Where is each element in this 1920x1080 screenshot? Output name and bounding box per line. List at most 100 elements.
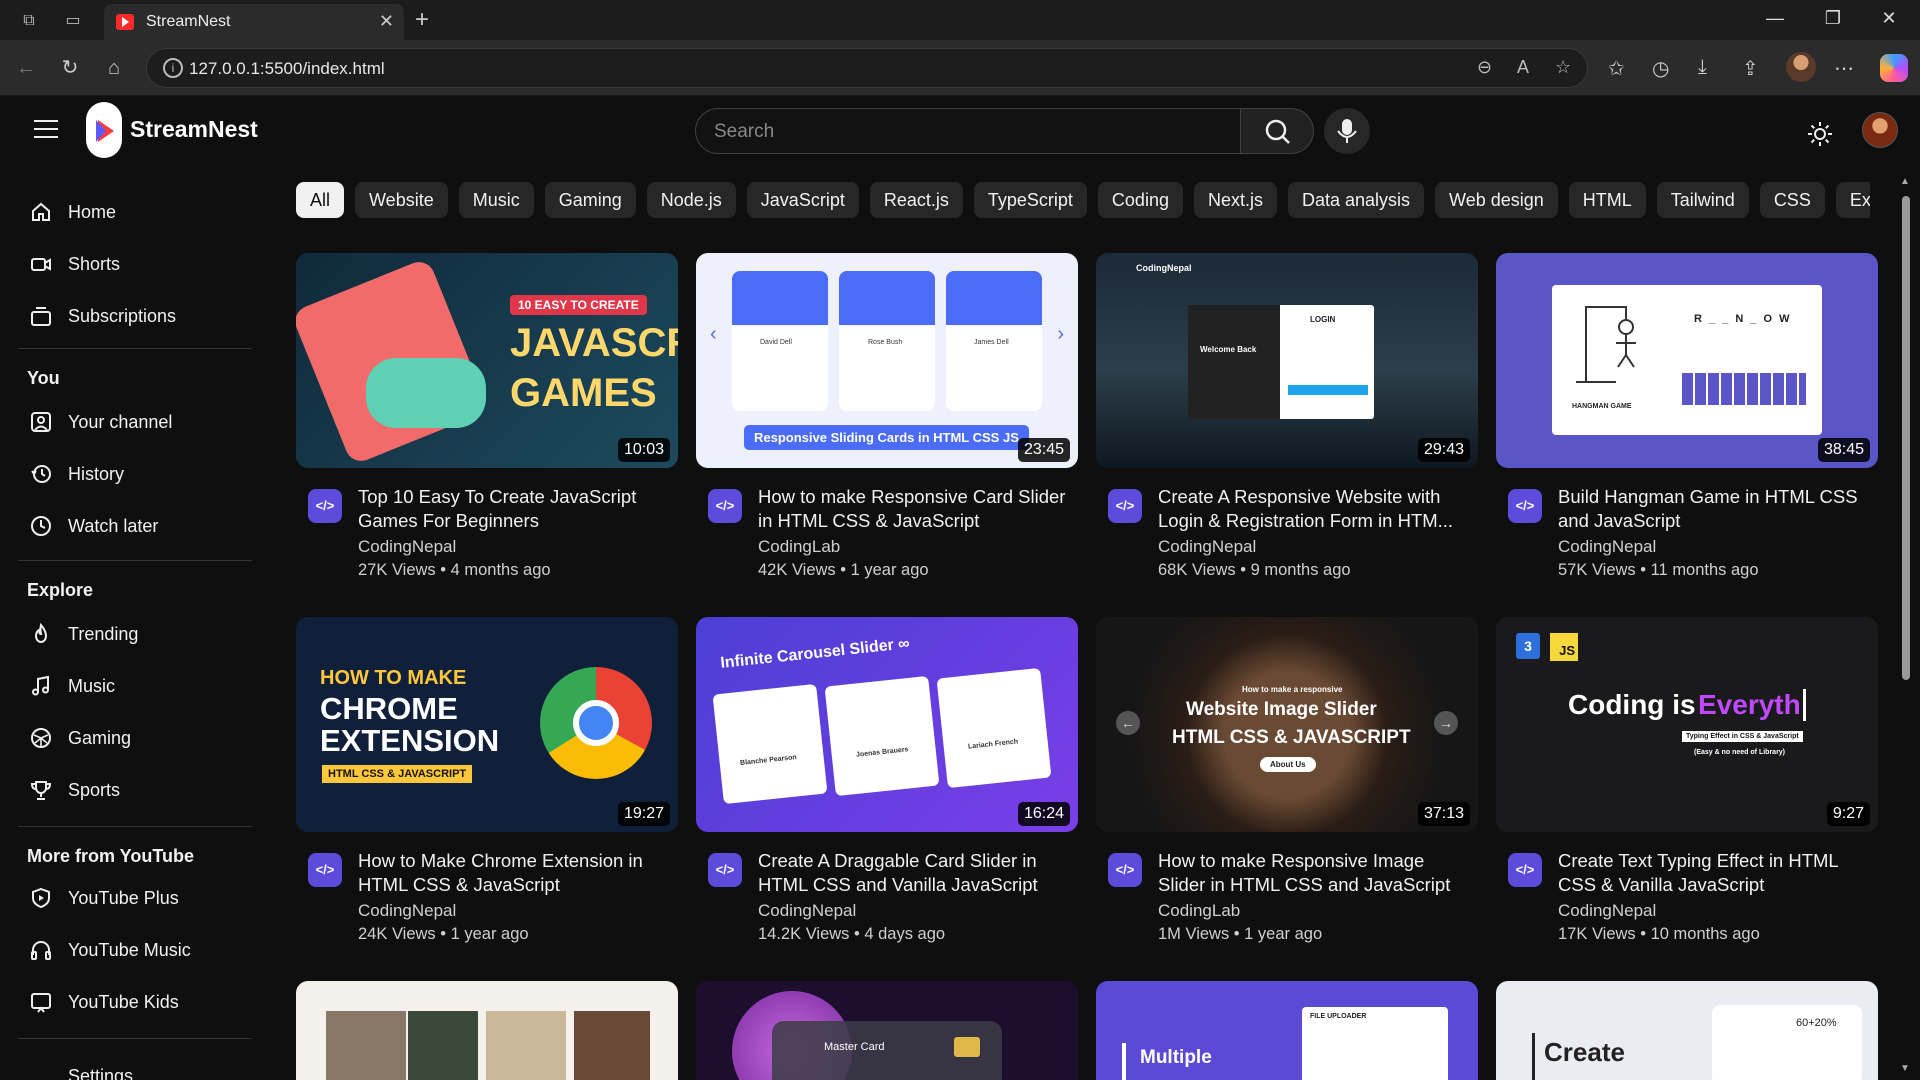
- code-channel-icon[interactable]: </>: [308, 489, 342, 523]
- history-browser-icon[interactable]: ◷: [1652, 56, 1669, 81]
- video-thumbnail[interactable]: 10 EASY TO CREATE JAVASCRIPT GAMES 10:03: [296, 253, 678, 468]
- video-title[interactable]: How to Make Chrome Extension in HTML CSS…: [358, 849, 676, 897]
- chip-javascript[interactable]: JavaScript: [746, 182, 859, 218]
- chip-reactjs[interactable]: React.js: [869, 182, 963, 218]
- streamnest-logo-icon[interactable]: [86, 102, 122, 158]
- sidebar-item-watch-later[interactable]: Watch later: [16, 502, 256, 550]
- download-icon[interactable]: ⤓: [1698, 56, 1707, 79]
- video-title[interactable]: Top 10 Easy To Create JavaScript Games F…: [358, 485, 676, 533]
- chip-all[interactable]: All: [296, 182, 345, 218]
- chip-html[interactable]: HTML: [1568, 182, 1646, 218]
- search-input[interactable]: [696, 109, 1240, 155]
- chip-music[interactable]: Music: [458, 182, 534, 218]
- copilot-icon[interactable]: [1880, 54, 1908, 82]
- scroll-up-icon[interactable]: ▲: [1900, 176, 1910, 187]
- video-title[interactable]: Create Text Typing Effect in HTML CSS & …: [1558, 849, 1876, 897]
- channel-name[interactable]: CodingNepal: [1558, 901, 1656, 921]
- chip-exp[interactable]: Exp: [1835, 182, 1870, 218]
- chip-typescript[interactable]: TypeScript: [973, 182, 1087, 218]
- video-thumbnail[interactable]: HOW TO MAKE CHROME EXTENSION HTML CSS & …: [296, 617, 678, 832]
- code-channel-icon[interactable]: </>: [1508, 489, 1542, 523]
- browser-tab[interactable]: StreamNest ✕: [104, 4, 404, 40]
- sidebar-item-trending[interactable]: Trending: [16, 610, 256, 658]
- close-tab-icon[interactable]: ✕: [379, 11, 394, 32]
- video-title[interactable]: Create A Responsive Website with Login &…: [1158, 485, 1476, 533]
- video-title[interactable]: Build Hangman Game in HTML CSS and JavaS…: [1558, 485, 1876, 533]
- video-title[interactable]: How to make Responsive Card Slider in HT…: [758, 485, 1076, 533]
- video-thumbnail[interactable]: CodingNepal Welcome Back LOGIN 29:43: [1096, 253, 1478, 468]
- refresh-icon[interactable]: ↻: [56, 54, 84, 82]
- site-info-icon[interactable]: i: [163, 58, 183, 78]
- read-aloud-icon[interactable]: A: [1517, 57, 1529, 78]
- sidebar-item-sports[interactable]: Sports: [16, 766, 256, 814]
- chip-nextjs[interactable]: Next.js: [1193, 182, 1277, 218]
- video-thumbnail[interactable]: [296, 981, 678, 1080]
- sidebar-item-youtube-music[interactable]: YouTube Music: [16, 926, 256, 974]
- channel-name[interactable]: CodingNepal: [358, 901, 456, 921]
- zoom-icon[interactable]: ⊖: [1477, 57, 1492, 78]
- sidebar-item-shorts[interactable]: Shorts: [16, 240, 256, 288]
- video-thumbnail[interactable]: Master Card: [696, 981, 1078, 1080]
- code-channel-icon[interactable]: </>: [708, 853, 742, 887]
- scrollbar-thumb[interactable]: [1902, 196, 1910, 680]
- video-thumbnail[interactable]: HANGMAN GAME R _ _ N _ O W 38:45: [1496, 253, 1878, 468]
- favorite-star-icon[interactable]: ☆: [1555, 57, 1571, 78]
- sidebar-item-youtube-plus[interactable]: YouTube Plus: [16, 874, 256, 922]
- video-thumbnail[interactable]: Create 60+20%: [1496, 981, 1878, 1080]
- channel-name[interactable]: CodingLab: [758, 537, 840, 557]
- search-box[interactable]: [695, 108, 1241, 155]
- chip-website[interactable]: Website: [355, 182, 448, 218]
- address-bar[interactable]: i 127.0.0.1:5500/index.html ⊖ A ☆: [146, 48, 1588, 88]
- new-tab-icon[interactable]: +: [415, 6, 429, 34]
- sidebar-item-your-channel[interactable]: Your channel: [16, 398, 256, 446]
- workspaces-icon[interactable]: ⧉: [18, 10, 40, 32]
- code-channel-icon[interactable]: </>: [1108, 489, 1142, 523]
- sidebar-item-youtube-kids[interactable]: YouTube Kids: [16, 978, 256, 1026]
- channel-name[interactable]: CodingNepal: [358, 537, 456, 557]
- channel-name[interactable]: CodingLab: [1158, 901, 1240, 921]
- sidebar-heading-you[interactable]: You: [27, 368, 60, 389]
- share-icon[interactable]: ⇪: [1742, 56, 1759, 81]
- back-icon[interactable]: ←: [12, 54, 40, 82]
- sidebar-item-subscriptions[interactable]: Subscriptions: [16, 292, 256, 340]
- restore-icon[interactable]: ❐: [1818, 8, 1848, 29]
- chip-data-analysis[interactable]: Data analysis: [1287, 182, 1425, 218]
- chip-coding[interactable]: Coding: [1097, 182, 1183, 218]
- video-title[interactable]: Create A Draggable Card Slider in HTML C…: [758, 849, 1076, 897]
- voice-search-button[interactable]: [1324, 108, 1370, 154]
- code-channel-icon[interactable]: </>: [308, 853, 342, 887]
- minimize-icon[interactable]: —: [1760, 8, 1790, 29]
- url-text[interactable]: 127.0.0.1:5500/index.html: [189, 59, 385, 79]
- code-channel-icon[interactable]: </>: [1108, 853, 1142, 887]
- menu-icon[interactable]: [34, 120, 58, 138]
- sidebar-item-gaming[interactable]: Gaming: [16, 714, 256, 762]
- video-thumbnail[interactable]: David Dell Rose Bush James Dell ‹ › Resp…: [696, 253, 1078, 468]
- video-thumbnail[interactable]: Multiple FILE UPLOADER: [1096, 981, 1478, 1080]
- browser-profile-avatar[interactable]: [1786, 52, 1816, 82]
- video-thumbnail[interactable]: Infinite Carousel Slider ∞ Blanche Pears…: [696, 617, 1078, 832]
- video-thumbnail[interactable]: How to make a responsive Website Image S…: [1096, 617, 1478, 832]
- sidebar-item-home[interactable]: Home: [16, 188, 256, 236]
- scroll-down-icon[interactable]: ▼: [1900, 1063, 1910, 1074]
- chip-css[interactable]: CSS: [1759, 182, 1825, 218]
- chip-gaming[interactable]: Gaming: [544, 182, 636, 218]
- close-window-icon[interactable]: ✕: [1874, 8, 1904, 29]
- video-title[interactable]: How to make Responsive Image Slider in H…: [1158, 849, 1476, 897]
- channel-name[interactable]: CodingNepal: [1158, 537, 1256, 557]
- favorites-icon[interactable]: ✩: [1608, 56, 1625, 81]
- vertical-tabs-icon[interactable]: ▭: [62, 10, 84, 32]
- channel-name[interactable]: CodingNepal: [1558, 537, 1656, 557]
- chip-nodejs[interactable]: Node.js: [646, 182, 736, 218]
- brand-name[interactable]: StreamNest: [130, 116, 258, 143]
- sidebar-item-settings[interactable]: Settings: [16, 1058, 256, 1080]
- home-browser-icon[interactable]: ⌂: [100, 54, 128, 82]
- user-avatar[interactable]: [1862, 112, 1898, 148]
- code-channel-icon[interactable]: </>: [708, 489, 742, 523]
- more-menu-icon[interactable]: ⋯: [1834, 56, 1854, 81]
- code-channel-icon[interactable]: </>: [1508, 853, 1542, 887]
- chip-tailwind[interactable]: Tailwind: [1656, 182, 1749, 218]
- video-thumbnail[interactable]: 3 JS Coding is Everyth Typing Effect in …: [1496, 617, 1878, 832]
- theme-toggle-sun-icon[interactable]: [1808, 122, 1832, 146]
- search-button[interactable]: [1240, 108, 1314, 154]
- chip-web-design[interactable]: Web design: [1435, 182, 1558, 218]
